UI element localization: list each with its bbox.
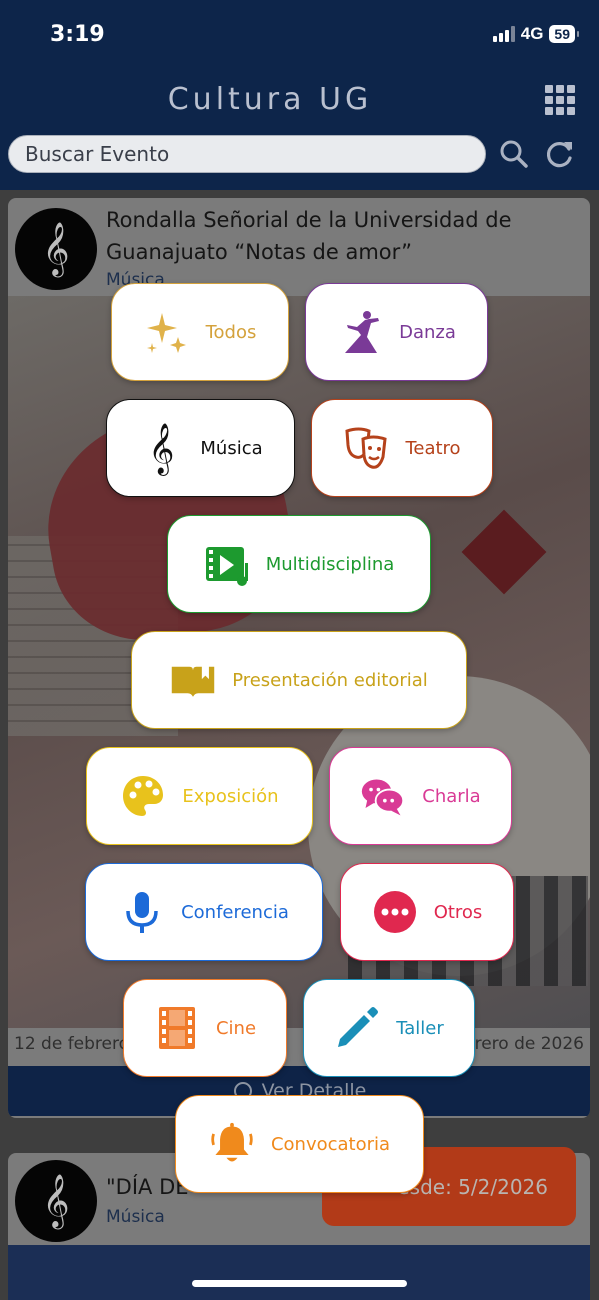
film-icon <box>154 1005 200 1051</box>
category-label: Teatro <box>405 437 461 459</box>
category-label: Taller <box>396 1017 444 1039</box>
category-otros[interactable]: Otros <box>340 863 514 961</box>
category-charla[interactable]: Charla <box>329 747 512 845</box>
category-conferencia[interactable]: Conferencia <box>85 863 323 961</box>
chat-bubbles-icon <box>360 773 406 819</box>
search-field[interactable] <box>8 135 486 173</box>
palette-icon <box>120 773 166 819</box>
category-multidisciplina[interactable]: Multidisciplina <box>167 515 431 613</box>
search-icon[interactable] <box>496 136 532 172</box>
home-indicator[interactable] <box>192 1280 407 1287</box>
bell-icon <box>209 1121 255 1167</box>
treble-clef-icon: 𝄞 <box>15 208 97 290</box>
more-dots-icon <box>372 889 418 935</box>
event-title: Rondalla Señorial de la Universidad de G… <box>106 208 512 264</box>
category-label: Charla <box>422 785 481 807</box>
category-label: Presentación editorial <box>232 669 428 691</box>
dancer-icon <box>337 309 383 355</box>
refresh-icon[interactable] <box>542 136 578 172</box>
pencil-icon <box>334 1005 380 1051</box>
multimedia-icon <box>204 541 250 587</box>
microphone-icon <box>119 889 165 935</box>
treble-clef-icon: 𝄞 <box>15 1160 97 1242</box>
event-category: Música <box>106 1207 165 1227</box>
app-header: 3:19 4G 59 Cultura UG <box>0 0 599 190</box>
status-time: 3:19 <box>50 22 105 47</box>
category-danza[interactable]: Danza <box>305 283 488 381</box>
event-date-end: rero de 2026 <box>474 1034 584 1054</box>
network-type: 4G <box>520 24 544 43</box>
category-teatro[interactable]: Teatro <box>311 399 493 497</box>
open-book-icon <box>170 657 216 703</box>
category-label: Conferencia <box>181 901 289 923</box>
category-label: Exposición <box>182 785 279 807</box>
category-label: Multidisciplina <box>265 553 395 575</box>
category-presentacion-editorial[interactable]: Presentación editorial <box>131 631 467 729</box>
battery-icon: 59 <box>549 25 579 43</box>
category-label: Música <box>200 437 263 459</box>
category-label: Cine <box>215 1017 257 1039</box>
event-date-start: 12 de febrero <box>14 1034 130 1054</box>
category-label: Convocatoria <box>270 1133 391 1155</box>
status-indicators: 4G 59 <box>492 24 579 44</box>
category-label: Todos <box>205 321 257 343</box>
event-poster <box>8 1245 590 1300</box>
search-input[interactable] <box>9 136 485 172</box>
category-label: Danza <box>399 321 456 343</box>
signal-icon <box>492 26 515 42</box>
category-todos[interactable]: Todos <box>111 283 289 381</box>
app-title: Cultura UG <box>167 82 373 117</box>
category-musica[interactable]: 𝄞 Música <box>106 399 295 497</box>
theater-masks-icon <box>343 425 389 471</box>
grid-menu-icon[interactable] <box>545 85 575 115</box>
category-taller[interactable]: Taller <box>303 979 475 1077</box>
category-cine[interactable]: Cine <box>123 979 287 1077</box>
category-convocatoria[interactable]: Convocatoria <box>175 1095 424 1193</box>
sparkles-icon <box>144 309 190 355</box>
category-label: Otros <box>433 901 483 923</box>
category-exposicion[interactable]: Exposición <box>86 747 313 845</box>
treble-clef-icon: 𝄞 <box>148 422 175 474</box>
